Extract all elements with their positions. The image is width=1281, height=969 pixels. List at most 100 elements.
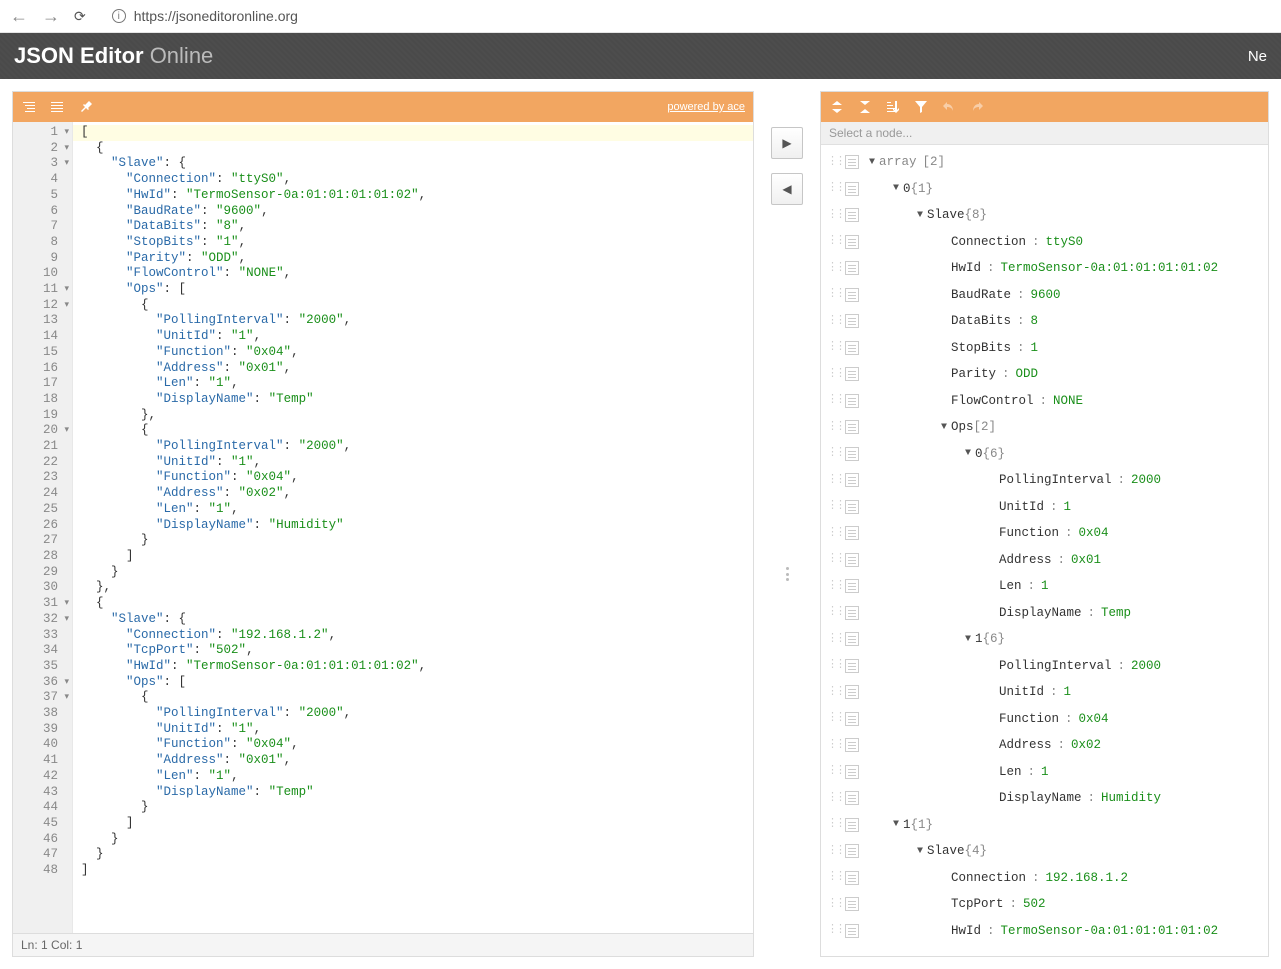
repair-icon[interactable] xyxy=(77,99,93,115)
tree-node-key[interactable]: BaudRate xyxy=(951,288,1011,302)
tree-row[interactable]: BaudRate:9600 xyxy=(821,282,1268,309)
tree-row[interactable]: ▼Slave {4} xyxy=(821,838,1268,865)
context-menu-icon[interactable] xyxy=(845,261,859,275)
code-editor[interactable]: 1▾2▾3▾4567891011▾12▾1314151617181920▾212… xyxy=(13,122,753,933)
tree-row[interactable]: ▼Slave {8} xyxy=(821,202,1268,229)
context-menu-icon[interactable] xyxy=(845,765,859,779)
splitter-handle[interactable] xyxy=(782,559,792,589)
tree-node-value[interactable]: 2000 xyxy=(1131,659,1161,673)
context-menu-icon[interactable] xyxy=(845,500,859,514)
tree-row[interactable]: DisplayName:Humidity xyxy=(821,785,1268,812)
tree-row[interactable]: UnitId:1 xyxy=(821,679,1268,706)
tree-row[interactable]: TcpPort:502 xyxy=(821,891,1268,918)
tree-row[interactable]: Len :1 xyxy=(821,573,1268,600)
context-menu-icon[interactable] xyxy=(845,235,859,249)
drag-handle-icon[interactable] xyxy=(829,691,841,694)
drag-handle-icon[interactable] xyxy=(829,452,841,455)
drag-handle-icon[interactable] xyxy=(829,399,841,402)
drag-handle-icon[interactable] xyxy=(829,505,841,508)
tree-node-value[interactable]: 0x04 xyxy=(1079,526,1109,540)
tree-row[interactable]: ▼1 {6} xyxy=(821,626,1268,653)
tree-node-key[interactable]: HwId xyxy=(951,261,981,275)
tree-node-value[interactable]: 1 xyxy=(1041,579,1049,593)
tree-node-value[interactable]: 1 xyxy=(1064,500,1072,514)
tree-view[interactable]: ▼array [2]▼0 {1}▼Slave {8}Connection:tty… xyxy=(821,145,1268,956)
context-menu-icon[interactable] xyxy=(845,367,859,381)
tree-node-value[interactable]: 0x01 xyxy=(1071,553,1101,567)
drag-handle-icon[interactable] xyxy=(829,479,841,482)
nav-back-icon[interactable]: ← xyxy=(10,6,28,27)
tree-row[interactable]: HwId:TermoSensor-0a:01:01:01:01:02 xyxy=(821,918,1268,945)
tree-node-key[interactable]: Parity xyxy=(951,367,996,381)
tree-node-value[interactable]: 2000 xyxy=(1131,473,1161,487)
context-menu-icon[interactable] xyxy=(845,447,859,461)
drag-handle-icon[interactable] xyxy=(829,770,841,773)
tree-node-value[interactable]: 8 xyxy=(1031,314,1039,328)
copy-left-button[interactable]: ◀ xyxy=(771,173,803,205)
context-menu-icon[interactable] xyxy=(845,182,859,196)
drag-handle-icon[interactable] xyxy=(829,240,841,243)
drag-handle-icon[interactable] xyxy=(829,903,841,906)
copy-right-button[interactable]: ▶ xyxy=(771,127,803,159)
collapse-all-icon[interactable] xyxy=(857,99,873,115)
tree-node-value[interactable]: Humidity xyxy=(1101,791,1161,805)
address-bar[interactable]: i https://jsoneditoronline.org xyxy=(102,5,1271,27)
tree-node-value[interactable]: 1 xyxy=(1031,341,1039,355)
tree-row[interactable]: Address:0x01 xyxy=(821,547,1268,574)
tree-row[interactable]: Connection:192.168.1.2 xyxy=(821,865,1268,892)
tree-node-value[interactable]: 0x04 xyxy=(1079,712,1109,726)
context-menu-icon[interactable] xyxy=(845,738,859,752)
tree-row[interactable]: Function:0x04 xyxy=(821,706,1268,733)
drag-handle-icon[interactable] xyxy=(829,744,841,747)
tree-row[interactable]: Function:0x04 xyxy=(821,520,1268,547)
context-menu-icon[interactable] xyxy=(845,420,859,434)
tree-node-key[interactable]: Function xyxy=(999,526,1059,540)
expand-icon[interactable]: ▼ xyxy=(913,210,927,221)
drag-handle-icon[interactable] xyxy=(829,214,841,217)
context-menu-icon[interactable] xyxy=(845,897,859,911)
tree-node-key[interactable]: 0 xyxy=(975,447,983,461)
undo-icon[interactable] xyxy=(941,99,957,115)
tree-node-key[interactable]: HwId xyxy=(951,924,981,938)
tree-row[interactable]: Len :1 xyxy=(821,759,1268,786)
tree-node-key[interactable]: Ops xyxy=(951,420,974,434)
context-menu-icon[interactable] xyxy=(845,924,859,938)
tree-row[interactable]: Parity:ODD xyxy=(821,361,1268,388)
menu-item[interactable]: Ne xyxy=(1248,48,1267,65)
tree-row[interactable]: PollingInterval:2000 xyxy=(821,467,1268,494)
reload-icon[interactable]: ⟳ xyxy=(74,8,86,25)
drag-handle-icon[interactable] xyxy=(829,187,841,190)
tree-row[interactable]: ▼Ops [2] xyxy=(821,414,1268,441)
code-content[interactable]: [ { "Slave": { "Connection": "ttyS0", "H… xyxy=(73,122,753,933)
tree-row[interactable]: DataBits:8 xyxy=(821,308,1268,335)
drag-handle-icon[interactable] xyxy=(829,585,841,588)
drag-handle-icon[interactable] xyxy=(829,929,841,932)
tree-row[interactable]: HwId:TermoSensor-0a:01:01:01:01:02 xyxy=(821,255,1268,282)
drag-handle-icon[interactable] xyxy=(829,638,841,641)
sort-icon[interactable] xyxy=(885,99,901,115)
context-menu-icon[interactable] xyxy=(845,473,859,487)
tree-node-key[interactable]: 0 xyxy=(903,182,911,196)
drag-handle-icon[interactable] xyxy=(829,293,841,296)
context-menu-icon[interactable] xyxy=(845,871,859,885)
tree-row[interactable]: PollingInterval:2000 xyxy=(821,653,1268,680)
tree-node-value[interactable]: NONE xyxy=(1053,394,1083,408)
drag-handle-icon[interactable] xyxy=(829,611,841,614)
drag-handle-icon[interactable] xyxy=(829,823,841,826)
context-menu-icon[interactable] xyxy=(845,526,859,540)
context-menu-icon[interactable] xyxy=(845,632,859,646)
expand-icon[interactable]: ▼ xyxy=(889,819,903,830)
tree-node-value[interactable]: 1 xyxy=(1041,765,1049,779)
drag-handle-icon[interactable] xyxy=(829,850,841,853)
tree-node-key[interactable]: array xyxy=(879,155,917,169)
context-menu-icon[interactable] xyxy=(845,208,859,222)
tree-node-value[interactable]: ODD xyxy=(1016,367,1039,381)
expand-icon[interactable]: ▼ xyxy=(961,634,975,645)
context-menu-icon[interactable] xyxy=(845,659,859,673)
tree-node-value[interactable]: ttyS0 xyxy=(1046,235,1084,249)
format-icon[interactable] xyxy=(21,99,37,115)
tree-node-key[interactable]: 1 xyxy=(975,632,983,646)
tree-node-key[interactable]: Address xyxy=(999,553,1052,567)
drag-handle-icon[interactable] xyxy=(829,426,841,429)
drag-handle-icon[interactable] xyxy=(829,373,841,376)
